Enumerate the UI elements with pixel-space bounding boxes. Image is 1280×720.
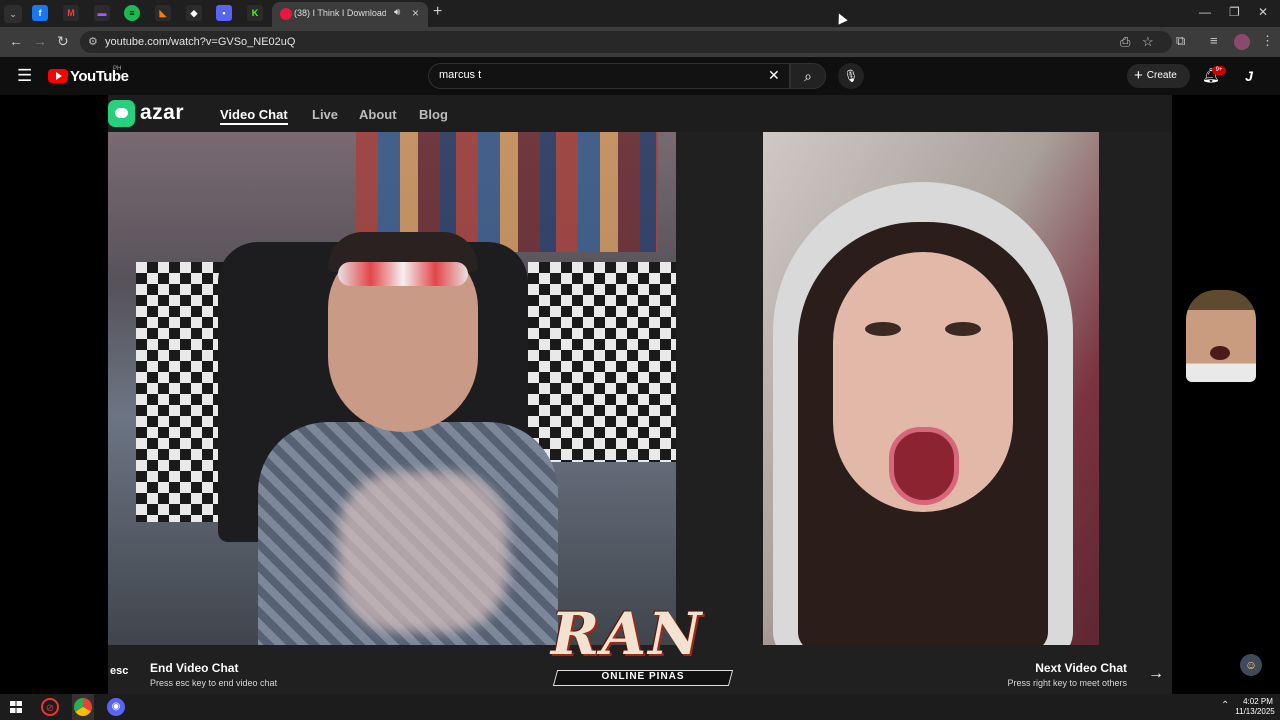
youtube-favicon-icon: [280, 8, 292, 20]
girl-face: [833, 252, 1013, 512]
address-url: youtube.com/watch?v=GVSo_NE02uQ: [105, 36, 296, 48]
checkered-chair-right: [528, 262, 676, 462]
voice-search-button[interactable]: 🎙︎: [838, 63, 864, 89]
left-camera-feed: [108, 132, 676, 645]
next-arrow-icon: →: [1148, 665, 1164, 682]
pinned-tab-kick[interactable]: K: [247, 5, 263, 21]
esc-key-label: esc: [110, 665, 129, 677]
end-video-chat-title: End Video Chat: [150, 661, 239, 675]
azar-nav-video-chat: Video Chat: [220, 107, 288, 125]
pinned-tab-app[interactable]: ▪: [216, 5, 232, 21]
profile-avatar[interactable]: [1234, 34, 1250, 50]
pinned-tab-diamond[interactable]: ◆: [186, 5, 202, 21]
extensions-icon[interactable]: ⧉: [1176, 33, 1185, 49]
facecam-overlay: [1186, 290, 1256, 382]
forward-arrow-icon[interactable]: →: [33, 33, 47, 49]
audio-playing-icon[interactable]: 🔊︎: [394, 7, 400, 18]
install-app-icon[interactable]: ⎙: [1120, 34, 1130, 50]
browser-menu-icon[interactable]: ⋮: [1261, 33, 1274, 49]
sunglasses: [338, 262, 468, 286]
tab-active-youtube[interactable]: (38) I Think I Downloaded The 🔊︎ ×: [272, 2, 428, 27]
azar-nav-about: About: [359, 107, 397, 122]
pinned-tab-gmail[interactable]: M: [63, 5, 79, 21]
window-close-button[interactable]: ✕: [1258, 5, 1268, 19]
azar-nav-bar: azar Video Chat Live About Blog: [108, 95, 1172, 132]
address-bar[interactable]: ⚙ youtube.com/watch?v=GVSo_NE02uQ ⎙ ☆: [80, 31, 1172, 53]
right-camera-feed: [763, 132, 1099, 645]
chrome-taskbar-icon[interactable]: [74, 698, 92, 716]
restore-button[interactable]: ❐: [1229, 5, 1240, 19]
taskbar-time[interactable]: 4:02 PM: [1240, 697, 1276, 706]
tab-title: (38) I Think I Downloaded The: [294, 8, 386, 18]
pinned-tab-spotify[interactable]: ≡: [124, 5, 140, 21]
streamer-hands: [338, 472, 508, 632]
minimize-button[interactable]: —: [1199, 5, 1211, 19]
azar-nav-blog: Blog: [419, 107, 448, 122]
azar-logo-icon: [108, 100, 135, 127]
windows-start-icon[interactable]: [10, 701, 22, 713]
next-video-chat-hint: Press right key to meet others: [1007, 678, 1127, 688]
taskbar-app-icon[interactable]: ⊘: [41, 698, 59, 716]
bot-avatar-icon[interactable]: ☺: [1240, 654, 1262, 676]
tab-close-icon[interactable]: ×: [412, 6, 419, 20]
youtube-header: ☰ YouTube PH ✕ ⌕ 🎙︎ +Create 🔔︎ 9+ J: [0, 57, 1280, 95]
youtube-logo-icon[interactable]: [48, 69, 68, 83]
pinned-tab-yahoo[interactable]: ▬: [94, 5, 110, 21]
open-mouth: [889, 427, 959, 505]
search-icon: ⌕: [804, 68, 812, 84]
clear-search-icon[interactable]: ✕: [768, 67, 780, 84]
pinned-tab-orange[interactable]: ◣: [155, 5, 171, 21]
ran-watermark-subtitle: ONLINE PINAS: [601, 671, 685, 682]
new-tab-button[interactable]: +: [433, 3, 442, 21]
tab-search-icon[interactable]: ⌄: [4, 5, 22, 23]
ran-watermark-title: RAN: [551, 600, 704, 668]
mouse-cursor: [834, 11, 848, 25]
search-box: ✕: [428, 63, 790, 89]
notification-badge: 9+: [1212, 66, 1226, 75]
bookmark-star-icon[interactable]: ☆: [1142, 34, 1154, 50]
browser-tab-strip: ⌄ f M ▬ ≡ ◣ ◆ ▪ K (38) I Think I Downloa…: [0, 0, 1280, 27]
discord-taskbar-icon[interactable]: ◉: [107, 698, 125, 716]
end-video-chat-hint: Press esc key to end video chat: [150, 678, 278, 688]
facecam-mouth: [1210, 346, 1230, 360]
right-eye: [945, 322, 981, 336]
search-button[interactable]: ⌕: [790, 63, 826, 89]
account-avatar[interactable]: J: [1239, 66, 1259, 86]
site-info-icon[interactable]: ⚙: [88, 35, 98, 48]
media-control-icon[interactable]: ≡: [1210, 33, 1218, 48]
azar-wordmark: azar: [140, 101, 185, 124]
pinned-tab-facebook[interactable]: f: [32, 5, 48, 21]
reload-icon[interactable]: ↻: [57, 33, 69, 50]
taskbar-date[interactable]: 11/13/2025: [1234, 707, 1276, 716]
plus-icon: +: [1134, 67, 1143, 84]
left-eye: [865, 322, 901, 336]
search-input[interactable]: [439, 69, 739, 81]
create-button[interactable]: + Create: [1127, 64, 1190, 88]
next-video-chat-title: Next Video Chat: [1035, 661, 1127, 675]
windows-taskbar: ⊘ ◉ ⌃ 4:02 PM 11/13/2025: [0, 694, 1280, 720]
browser-toolbar: ← → ↻ ⚙ youtube.com/watch?v=GVSo_NE02uQ …: [0, 27, 1280, 57]
streamer-figure: [258, 212, 558, 645]
hamburger-menu-icon[interactable]: ☰: [17, 66, 32, 86]
tray-overflow-icon[interactable]: ⌃: [1221, 700, 1229, 711]
country-code: PH: [113, 66, 122, 72]
back-arrow-icon[interactable]: ←: [9, 33, 23, 49]
ran-online-watermark: RAN ONLINE PINAS: [543, 600, 741, 688]
azar-nav-live: Live: [312, 107, 339, 122]
microphone-icon: 🎙︎: [843, 69, 859, 83]
create-label: Create: [1146, 70, 1177, 81]
